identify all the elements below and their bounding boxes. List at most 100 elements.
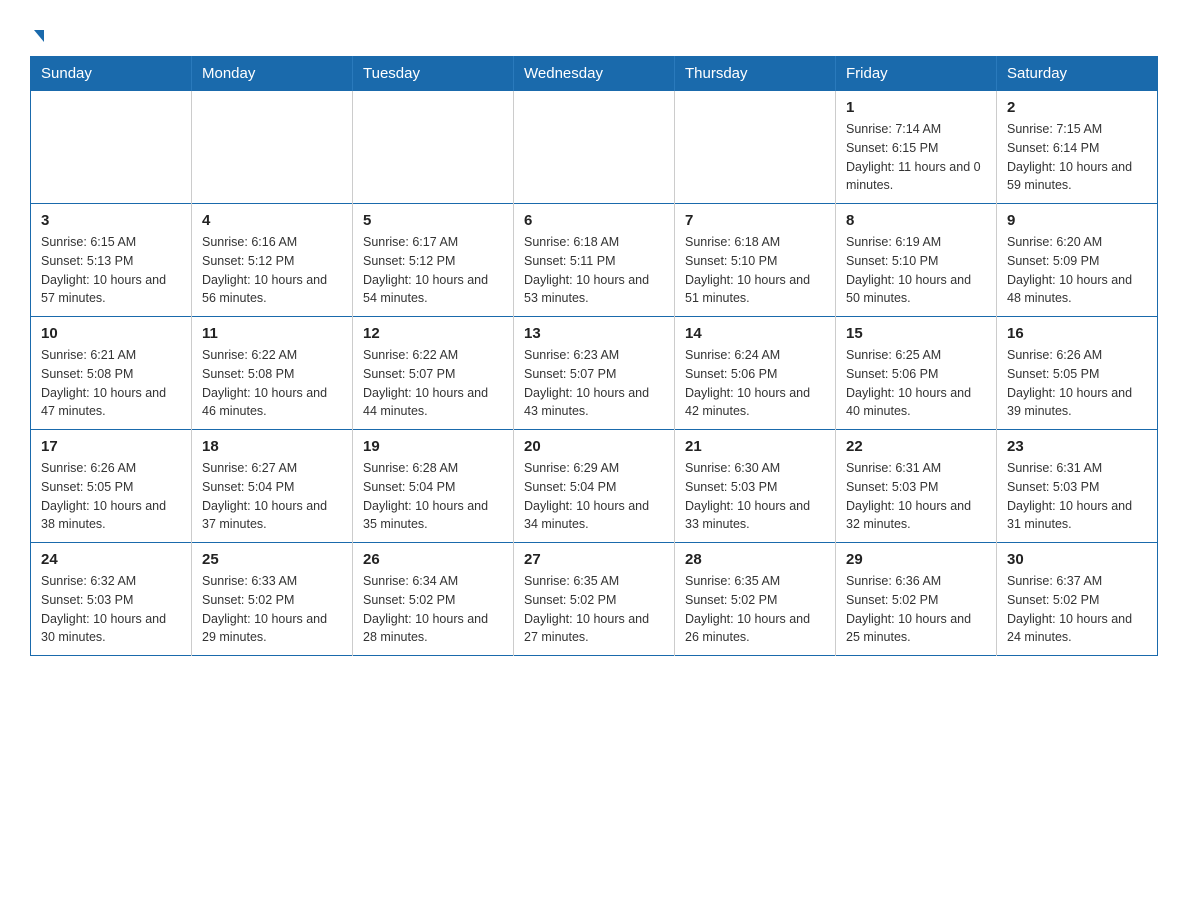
calendar-day-cell: 11 Sunrise: 6:22 AMSunset: 5:08 PMDayligh…	[192, 317, 353, 430]
day-number: 18	[202, 438, 342, 455]
calendar-day-cell: 19 Sunrise: 6:28 AMSunset: 5:04 PMDayligh…	[353, 430, 514, 543]
day-sun-info: Sunrise: 6:21 AMSunset: 5:08 PMDaylight:…	[41, 346, 181, 421]
day-number: 11	[202, 325, 342, 342]
calendar-day-cell: 24 Sunrise: 6:32 AMSunset: 5:03 PMDayligh…	[31, 543, 192, 656]
day-sun-info: Sunrise: 6:36 AMSunset: 5:02 PMDaylight:…	[846, 572, 986, 647]
day-sun-info: Sunrise: 6:22 AMSunset: 5:07 PMDaylight:…	[363, 346, 503, 421]
day-number: 8	[846, 212, 986, 229]
calendar-day-cell: 21 Sunrise: 6:30 AMSunset: 5:03 PMDayligh…	[675, 430, 836, 543]
day-sun-info: Sunrise: 6:18 AMSunset: 5:10 PMDaylight:…	[685, 233, 825, 308]
calendar-week-row: 3 Sunrise: 6:15 AMSunset: 5:13 PMDaylight…	[31, 204, 1158, 317]
day-sun-info: Sunrise: 6:32 AMSunset: 5:03 PMDaylight:…	[41, 572, 181, 647]
day-sun-info: Sunrise: 6:27 AMSunset: 5:04 PMDaylight:…	[202, 459, 342, 534]
day-number: 25	[202, 551, 342, 568]
calendar-week-row: 24 Sunrise: 6:32 AMSunset: 5:03 PMDayligh…	[31, 543, 1158, 656]
day-number: 13	[524, 325, 664, 342]
calendar-day-cell: 5Sunrise: 6:17 AMSunset: 5:12 PMDaylight…	[353, 204, 514, 317]
calendar-day-cell: 28 Sunrise: 6:35 AMSunset: 5:02 PMDayligh…	[675, 543, 836, 656]
day-sun-info: Sunrise: 6:26 AMSunset: 5:05 PMDaylight:…	[41, 459, 181, 534]
day-number: 17	[41, 438, 181, 455]
calendar-day-cell: 18 Sunrise: 6:27 AMSunset: 5:04 PMDayligh…	[192, 430, 353, 543]
calendar-day-cell: 30 Sunrise: 6:37 AMSunset: 5:02 PMDayligh…	[997, 543, 1158, 656]
day-number: 29	[846, 551, 986, 568]
calendar-day-cell: 9 Sunrise: 6:20 AMSunset: 5:09 PMDaylight…	[997, 204, 1158, 317]
logo-arrow-icon	[34, 30, 44, 42]
day-sun-info: Sunrise: 6:24 AMSunset: 5:06 PMDaylight:…	[685, 346, 825, 421]
day-number: 10	[41, 325, 181, 342]
day-sun-info: Sunrise: 6:16 AMSunset: 5:12 PMDaylight:…	[202, 233, 342, 308]
calendar-day-cell	[353, 91, 514, 204]
day-number: 19	[363, 438, 503, 455]
day-number: 20	[524, 438, 664, 455]
calendar-day-cell: 15 Sunrise: 6:25 AMSunset: 5:06 PMDayligh…	[836, 317, 997, 430]
calendar-day-cell: 23 Sunrise: 6:31 AMSunset: 5:03 PMDayligh…	[997, 430, 1158, 543]
calendar-day-cell: 10 Sunrise: 6:21 AMSunset: 5:08 PMDayligh…	[31, 317, 192, 430]
calendar-header: SundayMondayTuesdayWednesdayThursdayFrid…	[31, 57, 1158, 91]
calendar-table: SundayMondayTuesdayWednesdayThursdayFrid…	[30, 56, 1158, 656]
day-sun-info: Sunrise: 7:15 AMSunset: 6:14 PMDaylight:…	[1007, 120, 1147, 195]
day-number: 12	[363, 325, 503, 342]
calendar-day-cell: 7 Sunrise: 6:18 AMSunset: 5:10 PMDaylight…	[675, 204, 836, 317]
calendar-day-cell	[31, 91, 192, 204]
day-sun-info: Sunrise: 6:35 AMSunset: 5:02 PMDaylight:…	[524, 572, 664, 647]
day-number: 30	[1007, 551, 1147, 568]
calendar-day-cell: 4 Sunrise: 6:16 AMSunset: 5:12 PMDaylight…	[192, 204, 353, 317]
day-number: 21	[685, 438, 825, 455]
day-number: 4	[202, 212, 342, 229]
day-sun-info: Sunrise: 6:34 AMSunset: 5:02 PMDaylight:…	[363, 572, 503, 647]
day-sun-info: Sunrise: 6:35 AMSunset: 5:02 PMDaylight:…	[685, 572, 825, 647]
day-number: 7	[685, 212, 825, 229]
day-sun-info: Sunrise: 6:30 AMSunset: 5:03 PMDaylight:…	[685, 459, 825, 534]
calendar-day-cell	[675, 91, 836, 204]
day-number: 16	[1007, 325, 1147, 342]
day-sun-info: Sunrise: 6:25 AMSunset: 5:06 PMDaylight:…	[846, 346, 986, 421]
day-sun-info: Sunrise: 6:28 AMSunset: 5:04 PMDaylight:…	[363, 459, 503, 534]
calendar-day-cell: 14Sunrise: 6:24 AMSunset: 5:06 PMDayligh…	[675, 317, 836, 430]
day-sun-info: Sunrise: 6:19 AMSunset: 5:10 PMDaylight:…	[846, 233, 986, 308]
calendar-day-cell: 25 Sunrise: 6:33 AMSunset: 5:02 PMDayligh…	[192, 543, 353, 656]
day-sun-info: Sunrise: 6:29 AMSunset: 5:04 PMDaylight:…	[524, 459, 664, 534]
day-of-week-header: Wednesday	[514, 57, 675, 91]
day-of-week-header: Sunday	[31, 57, 192, 91]
day-number: 9	[1007, 212, 1147, 229]
logo	[30, 24, 44, 38]
day-number: 3	[41, 212, 181, 229]
calendar-day-cell: 8 Sunrise: 6:19 AMSunset: 5:10 PMDaylight…	[836, 204, 997, 317]
calendar-day-cell: 1Sunrise: 7:14 AMSunset: 6:15 PMDaylight…	[836, 91, 997, 204]
day-number: 6	[524, 212, 664, 229]
calendar-week-row: 1Sunrise: 7:14 AMSunset: 6:15 PMDaylight…	[31, 91, 1158, 204]
day-sun-info: Sunrise: 6:31 AMSunset: 5:03 PMDaylight:…	[846, 459, 986, 534]
page-header	[30, 24, 1158, 38]
day-sun-info: Sunrise: 6:15 AMSunset: 5:13 PMDaylight:…	[41, 233, 181, 308]
calendar-day-cell: 2 Sunrise: 7:15 AMSunset: 6:14 PMDaylight…	[997, 91, 1158, 204]
day-of-week-header: Monday	[192, 57, 353, 91]
day-sun-info: Sunrise: 6:22 AMSunset: 5:08 PMDaylight:…	[202, 346, 342, 421]
day-sun-info: Sunrise: 6:20 AMSunset: 5:09 PMDaylight:…	[1007, 233, 1147, 308]
calendar-day-cell: 26 Sunrise: 6:34 AMSunset: 5:02 PMDayligh…	[353, 543, 514, 656]
day-number: 5	[363, 212, 503, 229]
day-number: 27	[524, 551, 664, 568]
day-number: 23	[1007, 438, 1147, 455]
day-of-week-header: Friday	[836, 57, 997, 91]
day-number: 24	[41, 551, 181, 568]
calendar-day-cell: 13 Sunrise: 6:23 AMSunset: 5:07 PMDayligh…	[514, 317, 675, 430]
calendar-day-cell	[514, 91, 675, 204]
calendar-day-cell: 22 Sunrise: 6:31 AMSunset: 5:03 PMDayligh…	[836, 430, 997, 543]
day-of-week-header: Saturday	[997, 57, 1158, 91]
day-sun-info: Sunrise: 6:33 AMSunset: 5:02 PMDaylight:…	[202, 572, 342, 647]
day-of-week-header: Tuesday	[353, 57, 514, 91]
day-number: 22	[846, 438, 986, 455]
day-number: 2	[1007, 99, 1147, 116]
day-sun-info: Sunrise: 6:37 AMSunset: 5:02 PMDaylight:…	[1007, 572, 1147, 647]
day-number: 26	[363, 551, 503, 568]
day-sun-info: Sunrise: 6:31 AMSunset: 5:03 PMDaylight:…	[1007, 459, 1147, 534]
day-number: 28	[685, 551, 825, 568]
calendar-day-cell: 27 Sunrise: 6:35 AMSunset: 5:02 PMDayligh…	[514, 543, 675, 656]
day-of-week-header: Thursday	[675, 57, 836, 91]
calendar-week-row: 10 Sunrise: 6:21 AMSunset: 5:08 PMDayligh…	[31, 317, 1158, 430]
day-number: 15	[846, 325, 986, 342]
calendar-day-cell: 20 Sunrise: 6:29 AMSunset: 5:04 PMDayligh…	[514, 430, 675, 543]
day-sun-info: Sunrise: 6:23 AMSunset: 5:07 PMDaylight:…	[524, 346, 664, 421]
day-number: 1	[846, 99, 986, 116]
calendar-day-cell: 17 Sunrise: 6:26 AMSunset: 5:05 PMDayligh…	[31, 430, 192, 543]
